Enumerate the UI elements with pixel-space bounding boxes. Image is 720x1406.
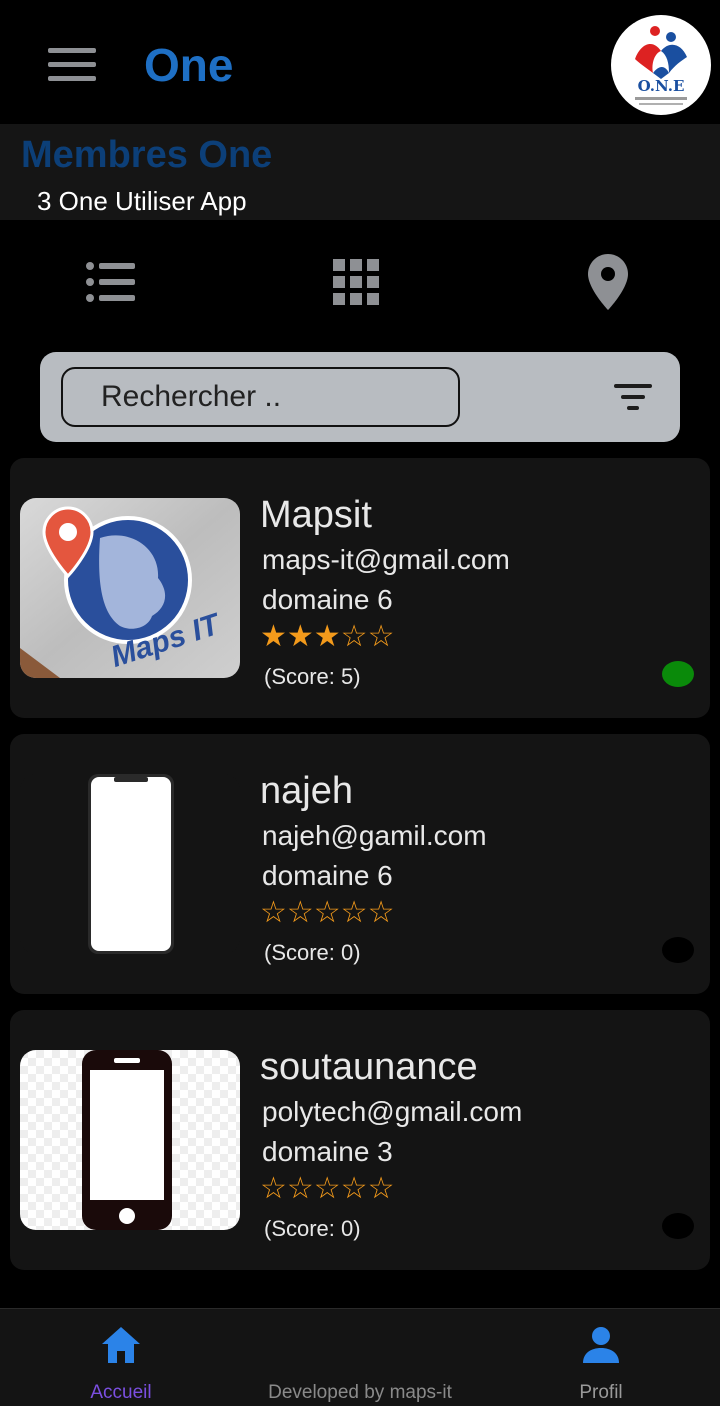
member-score: (Score: 5) — [264, 664, 361, 689]
app-bar: One O.N.E — [0, 0, 720, 124]
member-card[interactable]: najeh najeh@gamil.com domaine 6 ☆☆☆☆☆ (S… — [10, 734, 710, 994]
one-logo: O.N.E — [611, 15, 711, 115]
member-email: polytech@gmail.com — [262, 1096, 523, 1127]
member-score: (Score: 0) — [264, 940, 361, 965]
app-title: One — [144, 39, 234, 91]
page-title: Membres One — [21, 134, 273, 176]
hamburger-menu-icon[interactable] — [44, 44, 100, 88]
grid-view-icon[interactable] — [324, 250, 388, 314]
search-panel — [40, 352, 680, 442]
member-card[interactable]: Maps IT Mapsit maps-it@gmail.com domaine… — [10, 458, 710, 718]
member-domain: domaine 3 — [262, 1136, 393, 1167]
nav-profile[interactable]: Profil — [541, 1309, 661, 1406]
member-card[interactable]: soutaunance polytech@gmail.com domaine 3… — [10, 1010, 710, 1270]
rating-stars: ☆☆☆☆☆ — [260, 895, 395, 930]
status-indicator — [662, 1213, 694, 1239]
member-email: maps-it@gmail.com — [262, 544, 510, 575]
member-email: najeh@gamil.com — [262, 820, 487, 851]
member-name: Mapsit — [260, 494, 372, 536]
developer-credit: Developed by maps-it — [268, 1382, 452, 1403]
nav-home-label: Accueil — [90, 1382, 152, 1403]
member-avatar — [20, 774, 240, 954]
member-domain: domaine 6 — [262, 584, 393, 615]
person-icon — [541, 1325, 661, 1369]
list-view-icon[interactable] — [79, 250, 143, 314]
status-indicator — [662, 937, 694, 963]
nav-profile-label: Profil — [579, 1382, 623, 1403]
member-avatar — [20, 1050, 240, 1230]
nav-home[interactable]: Accueil — [61, 1309, 181, 1406]
home-icon — [61, 1325, 181, 1369]
logo-text: O.N.E — [638, 77, 685, 95]
status-indicator — [662, 661, 694, 687]
rating-stars: ★★★☆☆ — [260, 619, 395, 654]
members-count: 3 One Utiliser App — [37, 186, 247, 216]
member-name: najeh — [260, 770, 353, 812]
bottom-nav: Accueil Developed by maps-it Profil — [0, 1308, 720, 1406]
member-avatar: Maps IT — [20, 498, 240, 678]
search-input[interactable] — [61, 367, 460, 427]
map-pin-icon[interactable] — [576, 250, 640, 314]
member-domain: domaine 6 — [262, 860, 393, 891]
member-score: (Score: 0) — [264, 1216, 361, 1241]
members-header: Membres One 3 One Utiliser App — [0, 124, 720, 220]
filter-icon[interactable] — [612, 380, 656, 414]
rating-stars: ☆☆☆☆☆ — [260, 1171, 395, 1206]
member-name: soutaunance — [260, 1046, 478, 1088]
